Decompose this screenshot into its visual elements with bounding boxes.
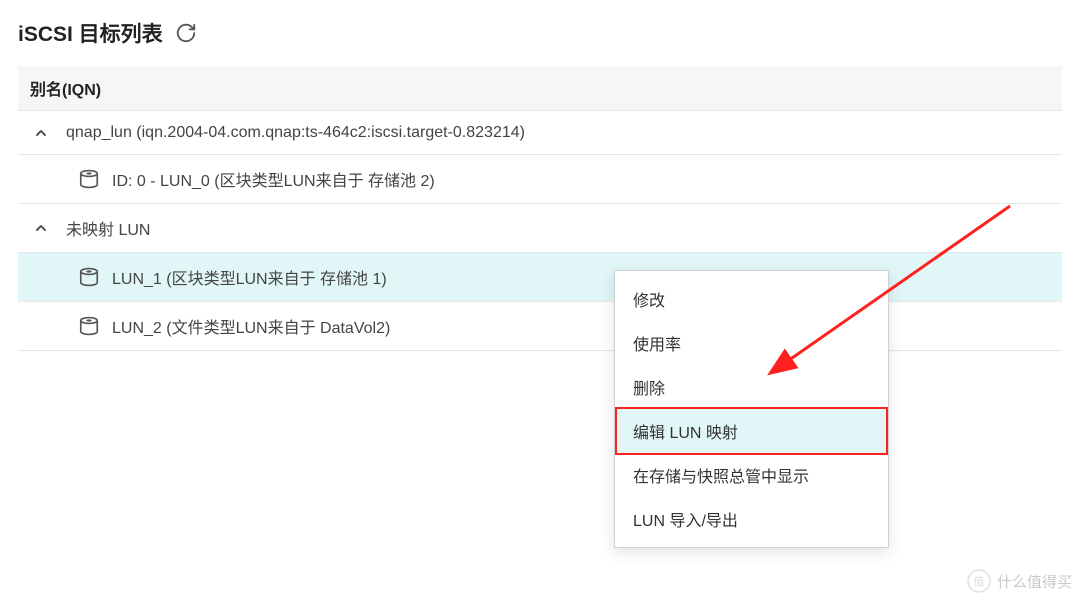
page-title: iSCSI 目标列表 [18,18,163,48]
menu-item-show-in-storage[interactable]: 在存储与快照总管中显示 [615,453,888,497]
disk-icon [78,266,100,288]
column-header-alias: 别名(IQN) [18,66,1062,111]
target-label: qnap_lun (iqn.2004-04.com.qnap:ts-464c2:… [66,124,525,142]
target-row[interactable]: 未映射 LUN [18,204,1062,253]
disk-icon [78,168,100,190]
chevron-up-icon[interactable] [30,220,52,236]
watermark: 值 什么值得买 [967,569,1072,593]
menu-item-modify[interactable]: 修改 [615,277,888,321]
menu-item-lun-import-export[interactable]: LUN 导入/导出 [615,497,888,541]
target-label: 未映射 LUN [66,216,150,240]
lun-label: ID: 0 - LUN_0 (区块类型LUN来自于 存储池 2) [112,167,435,191]
svg-text:值: 值 [973,575,984,588]
chevron-up-icon[interactable] [30,125,52,141]
lun-label: LUN_1 (区块类型LUN来自于 存储池 1) [112,265,387,289]
menu-item-usage[interactable]: 使用率 [615,321,888,365]
menu-item-edit-lun-mapping[interactable]: 编辑 LUN 映射 [615,407,888,455]
lun-row[interactable]: LUN_2 (文件类型LUN来自于 DataVol2) [18,302,1062,351]
disk-icon [78,315,100,337]
refresh-icon[interactable] [175,22,197,44]
lun-row[interactable]: LUN_1 (区块类型LUN来自于 存储池 1) [18,253,1062,302]
page-title-bar: iSCSI 目标列表 [18,18,1062,48]
target-row[interactable]: qnap_lun (iqn.2004-04.com.qnap:ts-464c2:… [18,111,1062,155]
context-menu: 修改 使用率 删除 编辑 LUN 映射 在存储与快照总管中显示 LUN 导入/导… [614,270,889,548]
lun-label: LUN_2 (文件类型LUN来自于 DataVol2) [112,314,390,338]
lun-row[interactable]: ID: 0 - LUN_0 (区块类型LUN来自于 存储池 2) [18,155,1062,204]
watermark-text: 什么值得买 [997,571,1072,592]
menu-item-delete[interactable]: 删除 [615,365,888,409]
